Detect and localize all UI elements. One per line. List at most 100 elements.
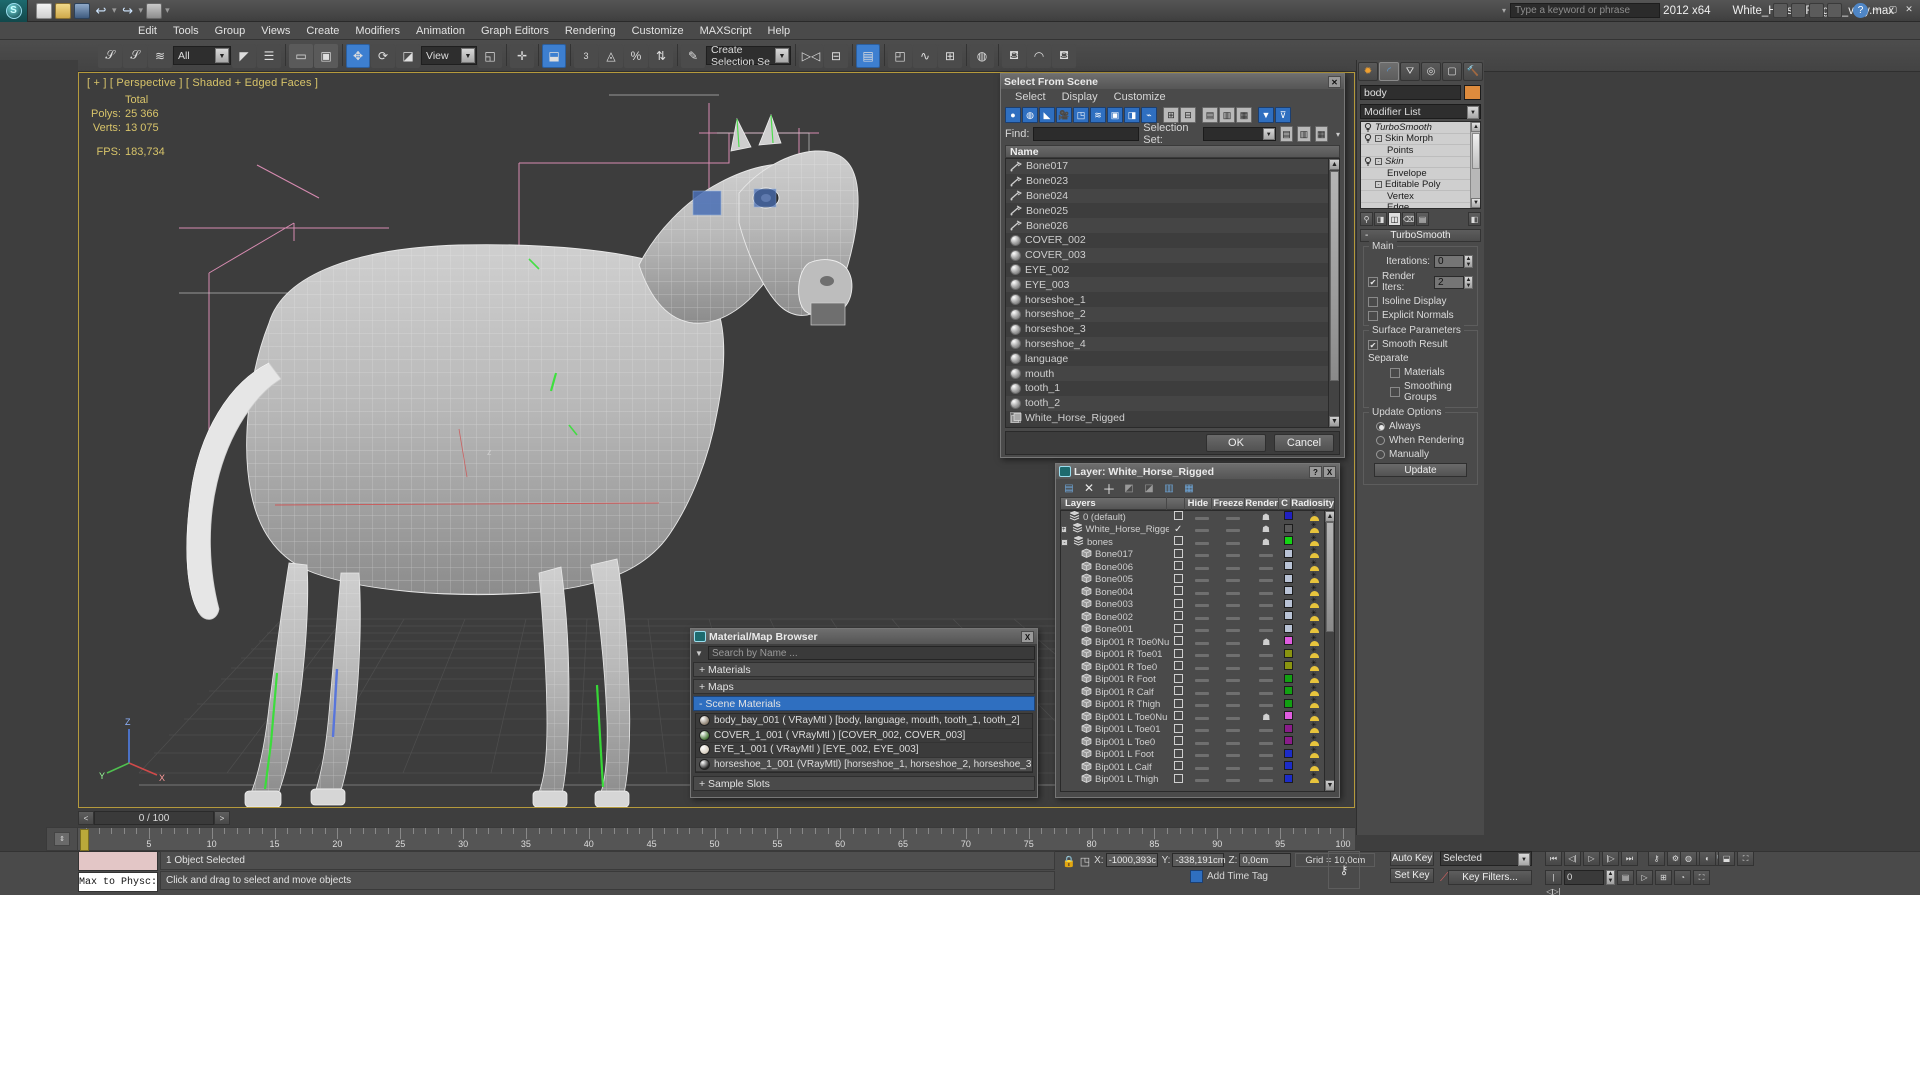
- layer-render-toggle[interactable]: [1250, 687, 1282, 698]
- layer-render-toggle[interactable]: [1250, 612, 1282, 623]
- layer-list-scroll-thumb[interactable]: [1326, 522, 1334, 632]
- account-icon[interactable]: [1809, 3, 1824, 18]
- display-tab[interactable]: ▢: [1442, 62, 1462, 81]
- layer-color-swatch[interactable]: [1282, 536, 1295, 548]
- add-selection-to-layer-icon[interactable]: ＋: [1102, 481, 1116, 497]
- layer-row[interactable]: Bip001 L Toe01 ✳: [1061, 722, 1334, 737]
- prev-frame-button[interactable]: <: [78, 811, 94, 825]
- layer-current-toggle[interactable]: [1170, 548, 1188, 561]
- modifier-list-combo[interactable]: Modifier List ▼: [1360, 104, 1481, 119]
- layer-row[interactable]: Bip001 L Foot ✳: [1061, 747, 1334, 762]
- display-space-warps-icon[interactable]: ≋: [1090, 107, 1106, 123]
- motion-tab[interactable]: ◎: [1421, 62, 1441, 81]
- selection-filter-arrow[interactable]: ▼: [215, 48, 229, 63]
- layer-render-toggle[interactable]: [1250, 562, 1282, 573]
- layer-hide-toggle[interactable]: [1188, 699, 1217, 710]
- select-objects-in-layer-icon[interactable]: ◩: [1122, 481, 1136, 495]
- display-shapes-icon[interactable]: ◍: [1022, 107, 1038, 123]
- name-column-header[interactable]: Name: [1005, 145, 1340, 158]
- separate-smoothing-groups-row[interactable]: Smoothing Groups: [1368, 381, 1473, 403]
- menu-item-create[interactable]: Create: [298, 22, 347, 40]
- layer-render-toggle[interactable]: [1250, 699, 1282, 710]
- render-iters-value[interactable]: 2: [1434, 275, 1464, 289]
- layer-color-swatch[interactable]: [1282, 598, 1294, 611]
- display-geometry-icon[interactable]: ●: [1005, 107, 1021, 123]
- layer-hide-toggle[interactable]: [1188, 562, 1217, 573]
- delete-layer-icon[interactable]: ✕: [1082, 481, 1096, 495]
- layer-expander-icon[interactable]: +: [1061, 526, 1067, 534]
- layer-current-toggle[interactable]: [1170, 561, 1188, 573]
- stack-scroll-thumb[interactable]: [1472, 133, 1480, 169]
- create-tab[interactable]: ✹: [1358, 62, 1378, 81]
- layer-render-toggle[interactable]: [1250, 674, 1282, 685]
- scene-list-row[interactable]: tooth_2: [1006, 395, 1339, 411]
- selection-set-combo[interactable]: ▼: [1202, 127, 1276, 141]
- material-editor-icon[interactable]: ◍: [970, 43, 994, 68]
- angle-snap-icon[interactable]: ◬: [599, 43, 623, 68]
- update-button[interactable]: Update: [1374, 463, 1467, 477]
- layer-row[interactable]: Bip001 R Toe0 ✳: [1061, 660, 1334, 674]
- scene-list-scroll-down-icon[interactable]: ▼: [1329, 416, 1339, 427]
- absolute-relative-mode-icon[interactable]: ◳: [1080, 855, 1090, 868]
- walkthrough-icon[interactable]: ⬓: [1718, 851, 1735, 866]
- edit-named-selection-icon[interactable]: ✎: [681, 43, 705, 68]
- ok-button[interactable]: OK: [1206, 434, 1266, 452]
- smooth-result-checkbox[interactable]: ✔: [1368, 339, 1378, 350]
- layer-hide-toggle[interactable]: [1188, 574, 1217, 585]
- layer-freeze-toggle[interactable]: [1216, 624, 1250, 635]
- layer-color-swatch[interactable]: [1282, 511, 1295, 523]
- select-and-scale-icon[interactable]: ◪: [396, 43, 420, 68]
- help-icon[interactable]: ?: [1853, 3, 1868, 18]
- layer-dialog-close-icon[interactable]: X: [1323, 465, 1336, 478]
- keyboard-shortcut-override-icon[interactable]: ⬓: [542, 43, 566, 68]
- remove-modifier-icon[interactable]: ⌫: [1402, 211, 1415, 226]
- layer-freeze-toggle[interactable]: [1216, 724, 1250, 735]
- percent-snap-icon[interactable]: %: [624, 43, 648, 68]
- layer-current-toggle[interactable]: [1170, 761, 1188, 773]
- scene-list-row[interactable]: horseshoe_1: [1006, 292, 1339, 307]
- next-frame-button[interactable]: >: [214, 811, 230, 825]
- display[interactable]: Display: [1062, 91, 1098, 103]
- menu-item-help[interactable]: Help: [760, 22, 799, 40]
- select-object-icon[interactable]: ◤: [232, 43, 256, 68]
- zoom-region-icon[interactable]: ⊞: [1655, 870, 1672, 885]
- layer-freeze-toggle[interactable]: [1216, 549, 1250, 560]
- render-iters-checkbox[interactable]: ✔: [1368, 277, 1378, 287]
- layer-color-swatch[interactable]: [1282, 648, 1294, 661]
- iterations-stepper-icon[interactable]: ▲ ▼: [1464, 255, 1473, 268]
- layer-freeze-toggle[interactable]: [1216, 562, 1250, 573]
- layer-freeze-toggle[interactable]: [1216, 662, 1250, 673]
- select-link-icon[interactable]: 𝒮: [98, 43, 122, 68]
- menu-item-maxscript[interactable]: MAXScript: [692, 22, 760, 40]
- toggle-scene-explorer-icon[interactable]: ◰: [888, 43, 912, 68]
- layer-row[interactable]: Bip001 R Calf ✳: [1061, 685, 1334, 699]
- layer-row[interactable]: Bone003 ✳: [1061, 597, 1334, 612]
- select-from-scene-close-icon[interactable]: ✕: [1328, 75, 1341, 88]
- layer-current-toggle[interactable]: [1170, 773, 1188, 786]
- modifier-stack-row[interactable]: Envelope: [1361, 168, 1480, 180]
- menu-item-edit[interactable]: Edit: [130, 22, 165, 40]
- object-color-swatch[interactable]: [1464, 85, 1481, 100]
- layer-dialog-help-icon[interactable]: ?: [1309, 465, 1322, 478]
- layer-color-swatch[interactable]: [1282, 748, 1294, 761]
- maxscript-mini-listener[interactable]: [78, 851, 158, 871]
- scene-list-row[interactable]: horseshoe_4: [1006, 336, 1339, 352]
- layer-render-toggle[interactable]: [1250, 599, 1282, 610]
- select-by-name-icon[interactable]: ☰: [257, 43, 281, 68]
- layer-manager-icon[interactable]: ▤: [856, 43, 880, 68]
- layer-freeze-toggle[interactable]: [1216, 687, 1250, 698]
- layer-render-toggle[interactable]: [1250, 749, 1282, 760]
- hierarchy-tab[interactable]: ⛛: [1400, 62, 1420, 81]
- material-row[interactable]: body_bay_001 ( VRayMtl ) [body, language…: [696, 714, 1032, 729]
- separate-materials-row[interactable]: Materials: [1368, 367, 1473, 378]
- align-icon[interactable]: ⊟: [824, 43, 848, 68]
- key-mode-combo[interactable]: Selected ▼: [1440, 851, 1532, 866]
- layer-hide-toggle[interactable]: [1187, 537, 1216, 548]
- layer-hide-toggle[interactable]: [1188, 662, 1217, 673]
- named-selection-sets-combo[interactable]: Create Selection Se ▼: [706, 44, 791, 68]
- material-map-browser-dialog[interactable]: Material/Map Browser X ▼ Search by Name …: [690, 628, 1038, 798]
- selection-set-remove-icon[interactable]: ▥: [1297, 126, 1311, 142]
- display-groups-icon[interactable]: ▣: [1107, 107, 1123, 123]
- layer-color-swatch[interactable]: [1282, 573, 1294, 586]
- layer-current-toggle[interactable]: [1170, 748, 1188, 761]
